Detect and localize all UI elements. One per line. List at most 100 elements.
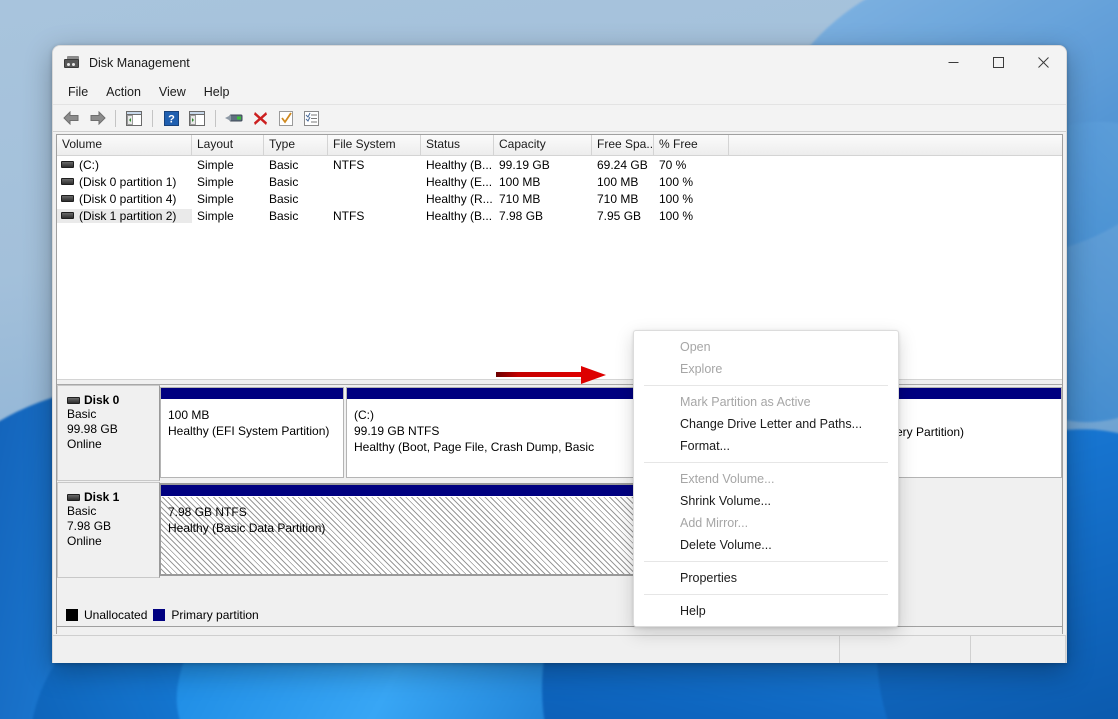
disk-info-disk-0[interactable]: Disk 0 Basic 99.98 GB Online bbox=[57, 385, 160, 481]
disk-1-partitions: 7.98 GB NTFS Healthy (Basic Data Partiti… bbox=[160, 482, 1062, 578]
cell-capacity: 100 MB bbox=[494, 175, 592, 189]
cell-status: Healthy (E... bbox=[421, 175, 494, 189]
disk-info-disk-1[interactable]: Disk 1 Basic 7.98 GB Online bbox=[57, 482, 160, 578]
title-bar: Disk Management bbox=[53, 46, 1066, 79]
column-header-free-space[interactable]: Free Spa... bbox=[592, 135, 654, 155]
partition-color-band bbox=[161, 388, 343, 400]
cell-type: Basic bbox=[264, 209, 328, 223]
column-header-type[interactable]: Type bbox=[264, 135, 328, 155]
column-header-file-system[interactable]: File System bbox=[328, 135, 421, 155]
cell-type: Basic bbox=[264, 158, 328, 172]
context-menu-item-shrink-volume[interactable]: Shrink Volume... bbox=[634, 490, 898, 512]
rescan-disks-icon[interactable] bbox=[222, 107, 246, 129]
maximize-button[interactable] bbox=[976, 46, 1021, 79]
legend-primary-partition: Primary partition bbox=[153, 608, 258, 622]
cell-type: Basic bbox=[264, 192, 328, 206]
cell-percent-free: 100 % bbox=[654, 192, 729, 206]
menu-bar: File Action View Help bbox=[53, 79, 1066, 105]
column-header-capacity[interactable]: Capacity bbox=[494, 135, 592, 155]
disk-row: Disk 0 Basic 99.98 GB Online 100 MB H bbox=[57, 385, 1062, 481]
red-arrow-annotation bbox=[496, 364, 608, 391]
volume-icon bbox=[61, 178, 74, 185]
context-menu-item-open: Open bbox=[634, 336, 898, 358]
context-menu: OpenExploreMark Partition as ActiveChang… bbox=[633, 330, 899, 627]
disk-0-partitions: 100 MB Healthy (EFI System Partition) (C… bbox=[160, 385, 1062, 481]
menu-help[interactable]: Help bbox=[195, 82, 239, 102]
help-icon[interactable]: ? bbox=[159, 107, 183, 129]
cell-text: (Disk 0 partition 1) bbox=[79, 175, 176, 189]
volume-icon bbox=[61, 212, 74, 219]
context-menu-item-help[interactable]: Help bbox=[634, 600, 898, 622]
status-panel-tertiary bbox=[971, 636, 1066, 663]
status-bar bbox=[53, 635, 1066, 663]
legend-swatch bbox=[153, 609, 165, 621]
menu-separator bbox=[644, 561, 888, 562]
disk-size: 99.98 GB bbox=[67, 422, 159, 437]
disk-icon bbox=[67, 397, 80, 404]
volume-row[interactable]: (C:)SimpleBasicNTFSHealthy (B...99.19 GB… bbox=[57, 156, 1062, 173]
toolbar-separator bbox=[152, 110, 153, 127]
close-button[interactable] bbox=[1021, 46, 1066, 79]
disk-drive-icon bbox=[64, 55, 80, 71]
cell-status: Healthy (B... bbox=[421, 209, 494, 223]
partition-efi[interactable]: 100 MB Healthy (EFI System Partition) bbox=[160, 387, 344, 478]
list-properties-icon[interactable] bbox=[300, 107, 324, 129]
cell-layout: Simple bbox=[192, 175, 264, 189]
disk-title: Disk 1 bbox=[67, 490, 159, 504]
context-menu-item-add-mirror: Add Mirror... bbox=[634, 512, 898, 534]
volume-rows: (C:)SimpleBasicNTFSHealthy (B...99.19 GB… bbox=[57, 156, 1062, 224]
volume-row[interactable]: (Disk 1 partition 2)SimpleBasicNTFSHealt… bbox=[57, 207, 1062, 224]
cell-status: Healthy (B... bbox=[421, 158, 494, 172]
disk-kind: Basic bbox=[67, 407, 159, 422]
cell-file-system: NTFS bbox=[328, 158, 421, 172]
cell-text: (Disk 1 partition 2) bbox=[79, 209, 176, 223]
delete-icon[interactable] bbox=[248, 107, 272, 129]
disk-icon bbox=[67, 494, 80, 501]
context-menu-item-format[interactable]: Format... bbox=[634, 435, 898, 457]
partition-status: Healthy (EFI System Partition) bbox=[168, 423, 343, 439]
volume-icon bbox=[61, 161, 74, 168]
cell-capacity: 710 MB bbox=[494, 192, 592, 206]
back-icon[interactable] bbox=[59, 107, 83, 129]
column-header-layout[interactable]: Layout bbox=[192, 135, 264, 155]
context-menu-item-change-drive-letter-and-paths[interactable]: Change Drive Letter and Paths... bbox=[634, 413, 898, 435]
cell-free-space: 7.95 GB bbox=[592, 209, 654, 223]
disk-kind: Basic bbox=[67, 504, 159, 519]
cell-layout: Simple bbox=[192, 158, 264, 172]
cell-volume: (Disk 1 partition 2) bbox=[57, 209, 192, 223]
cell-percent-free: 100 % bbox=[654, 175, 729, 189]
volume-row[interactable]: (Disk 0 partition 4)SimpleBasicHealthy (… bbox=[57, 190, 1062, 207]
column-header-status[interactable]: Status bbox=[421, 135, 494, 155]
show-hide-console-tree-icon[interactable] bbox=[122, 107, 146, 129]
menu-view[interactable]: View bbox=[150, 82, 195, 102]
volume-row[interactable]: (Disk 0 partition 1) SimpleBasic Healthy (… bbox=[57, 173, 1062, 190]
column-header-percent-free[interactable]: % Free bbox=[654, 135, 729, 155]
cell-percent-free: 70 % bbox=[654, 158, 729, 172]
disk-state: Online bbox=[67, 534, 159, 549]
cell-text: (C:) bbox=[79, 158, 99, 172]
menu-file[interactable]: File bbox=[59, 82, 97, 102]
context-menu-item-explore: Explore bbox=[634, 358, 898, 380]
status-panel-secondary bbox=[840, 636, 971, 663]
toolbar: ? bbox=[53, 105, 1066, 132]
context-menu-item-properties[interactable]: Properties bbox=[634, 567, 898, 589]
legend-label: Primary partition bbox=[171, 608, 258, 622]
disk-size: 7.98 GB bbox=[67, 519, 159, 534]
cell-capacity: 7.98 GB bbox=[494, 209, 592, 223]
column-header-volume[interactable]: Volume bbox=[57, 135, 192, 155]
partition-size: 100 MB bbox=[168, 407, 343, 423]
volume-icon bbox=[61, 195, 74, 202]
content-area: Volume Layout Type File System Status Ca… bbox=[53, 133, 1066, 663]
minimize-button[interactable] bbox=[931, 46, 976, 79]
forward-icon[interactable] bbox=[85, 107, 109, 129]
cell-type: Basic bbox=[264, 175, 328, 189]
context-menu-item-delete-volume[interactable]: Delete Volume... bbox=[634, 534, 898, 556]
disk-row: Disk 1 Basic 7.98 GB Online 7.98 GB NTFS bbox=[57, 482, 1062, 578]
toolbar-separator bbox=[215, 110, 216, 127]
cell-free-space: 69.24 GB bbox=[592, 158, 654, 172]
properties-check-icon[interactable] bbox=[274, 107, 298, 129]
disk-management-window: Disk Management File Action View Help bbox=[52, 45, 1067, 663]
show-hide-action-pane-icon[interactable] bbox=[185, 107, 209, 129]
menu-action[interactable]: Action bbox=[97, 82, 150, 102]
window-controls bbox=[931, 46, 1066, 79]
